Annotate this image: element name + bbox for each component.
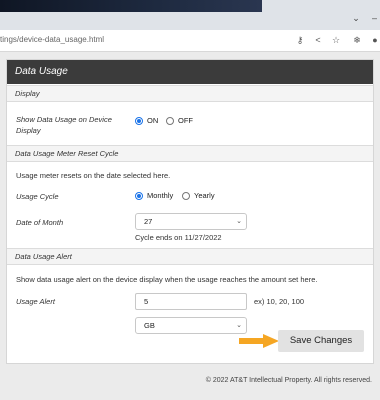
data-usage-panel: Data Usage Display Show Data Usage on De… [6,59,374,364]
chevron-down-icon: ⌄ [236,322,242,329]
page-content: Data Usage Display Show Data Usage on De… [0,52,380,400]
unit-select[interactable]: GB ⌄ [135,317,247,334]
section-alert: Data Usage Alert [7,248,373,265]
date-of-month-select[interactable]: 27 ⌄ [135,213,247,230]
date-of-month-label: Date of Month [16,218,64,227]
extension-icon[interactable]: ❄ [351,34,363,46]
save-changes-button[interactable]: Save Changes [278,330,364,352]
radio-monthly[interactable] [135,192,143,200]
radio-yearly-label[interactable]: Yearly [194,191,215,201]
display-label: Show Data Usage on Device Display [16,115,112,135]
radio-on[interactable] [135,117,143,125]
panel-title: Data Usage [7,60,373,84]
usage-alert-label: Usage Alert [16,297,55,306]
radio-monthly-label[interactable]: Monthly [147,191,173,201]
radio-off[interactable] [166,117,174,125]
radio-off-label[interactable]: OFF [178,116,193,126]
alert-note: Show data usage alert on the device disp… [16,275,318,284]
section-display: Display [7,85,373,102]
profile-icon[interactable]: ● [369,34,380,46]
chevron-down-icon[interactable]: ⌄ [350,12,362,24]
chevron-down-icon: ⌄ [236,218,242,225]
address-bar[interactable]: tings/device-data_usage.html ⚷ < ☆ ❄ ● [0,30,380,52]
section-reset-cycle: Data Usage Meter Reset Cycle [7,145,373,162]
usage-alert-input[interactable]: 5 [135,293,247,310]
arrow-pointer-icon [239,334,279,348]
radio-yearly[interactable] [182,192,190,200]
minimize-icon[interactable]: – [372,14,380,23]
browser-titlebar: ⌄ – [0,0,380,30]
unit-value: GB [144,321,155,330]
usage-alert-hint: ex) 10, 20, 100 [254,297,305,306]
copyright-footer: © 2022 AT&T Intellectual Property. All r… [205,377,372,384]
share-icon[interactable]: < [312,34,324,46]
key-icon[interactable]: ⚷ [294,34,306,46]
window-tab-strip [0,0,262,12]
star-icon[interactable]: ☆ [330,34,342,46]
url-text[interactable]: tings/device-data_usage.html [0,35,104,44]
cycle-end-text: Cycle ends on 11/27/2022 [135,233,222,242]
date-of-month-value: 27 [144,217,153,226]
usage-cycle-label: Usage Cycle [16,192,59,201]
radio-on-label[interactable]: ON [147,116,158,126]
reset-note: Usage meter resets on the date selected … [16,171,171,180]
